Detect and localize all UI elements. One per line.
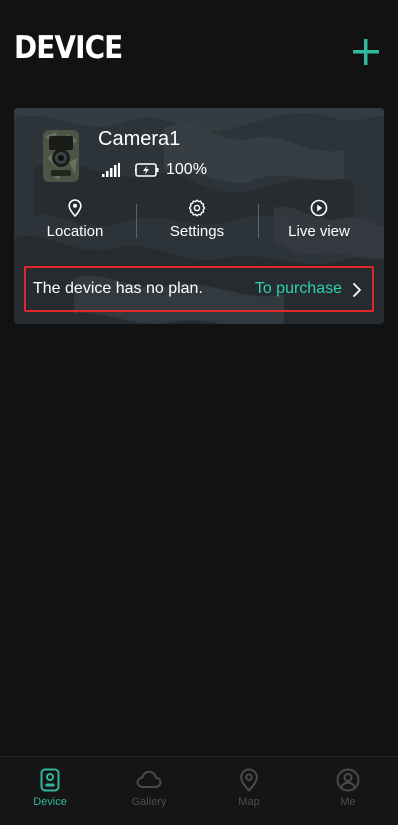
location-pin-icon bbox=[68, 199, 82, 217]
bottom-tab-bar: Device Gallery Map Me bbox=[0, 756, 398, 825]
live-view-label: Live view bbox=[288, 223, 350, 240]
plus-icon[interactable] bbox=[352, 38, 380, 66]
tab-device[interactable]: Device bbox=[0, 757, 100, 825]
battery-charging-icon bbox=[135, 163, 159, 177]
signal-bars-icon bbox=[102, 163, 120, 177]
device-icon bbox=[40, 768, 60, 792]
purchase-link[interactable]: To purchase bbox=[255, 280, 342, 298]
location-label: Location bbox=[46, 223, 104, 240]
device-card[interactable]: Camera1 100% Location Settings Live view… bbox=[14, 108, 384, 324]
user-circle-icon bbox=[336, 768, 360, 792]
action-divider bbox=[258, 204, 259, 238]
settings-label: Settings bbox=[169, 223, 225, 240]
battery-level: 100% bbox=[166, 161, 207, 178]
device-actions: Location Settings Live view bbox=[14, 196, 384, 246]
chevron-right-icon bbox=[353, 283, 361, 297]
tab-map-label: Map bbox=[238, 796, 260, 808]
location-button[interactable]: Location bbox=[14, 196, 136, 246]
page-title: DEVICE bbox=[14, 30, 123, 66]
plan-notice-row[interactable]: The device has no plan. To purchase bbox=[24, 266, 374, 312]
map-pin-icon bbox=[240, 768, 258, 792]
cloud-icon bbox=[136, 770, 162, 788]
camera-thumbnail bbox=[43, 130, 79, 182]
tab-me[interactable]: Me bbox=[298, 757, 398, 825]
header: DEVICE bbox=[0, 0, 398, 100]
gear-icon bbox=[188, 199, 206, 217]
action-divider bbox=[136, 204, 137, 238]
plan-notice-text: The device has no plan. bbox=[33, 280, 203, 297]
live-view-button[interactable]: Live view bbox=[258, 196, 380, 246]
tab-device-label: Device bbox=[33, 796, 67, 808]
tab-gallery[interactable]: Gallery bbox=[99, 757, 199, 825]
tab-me-label: Me bbox=[340, 796, 356, 808]
device-name: Camera1 bbox=[98, 128, 181, 150]
settings-button[interactable]: Settings bbox=[136, 196, 258, 246]
tab-gallery-label: Gallery bbox=[131, 796, 167, 808]
play-circle-icon bbox=[310, 199, 328, 217]
tab-map[interactable]: Map bbox=[199, 757, 299, 825]
